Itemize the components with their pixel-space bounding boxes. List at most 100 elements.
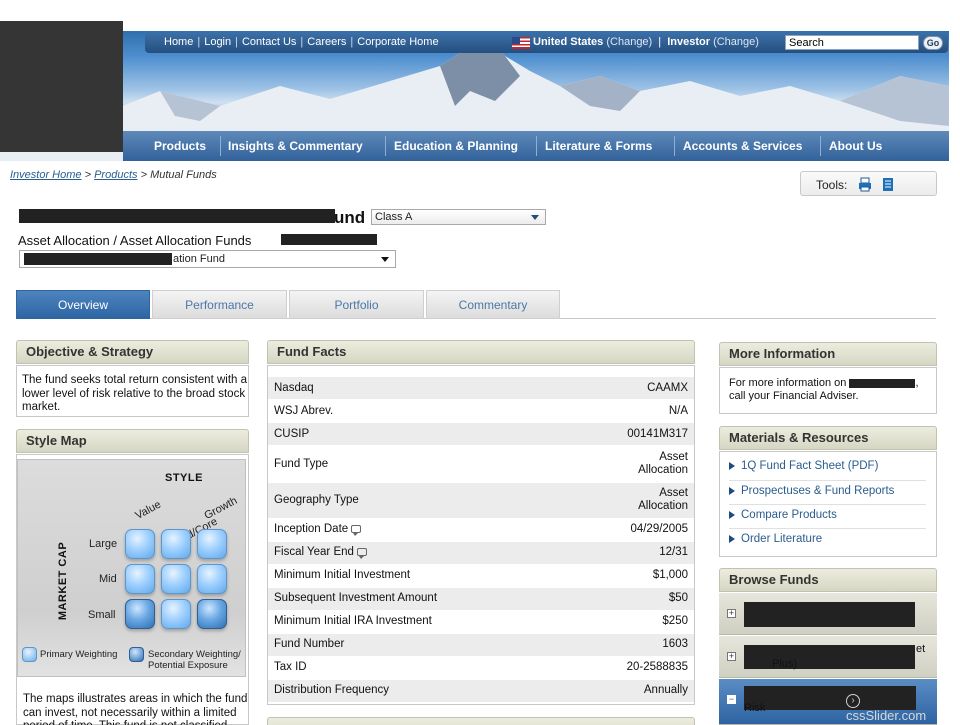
arrow-right-icon — [729, 534, 735, 543]
tab-commentary[interactable]: Commentary — [426, 290, 560, 319]
compare-products-link[interactable]: Compare Products — [729, 509, 837, 521]
corporate-home-link[interactable]: Corporate Home — [357, 36, 438, 48]
cell-small-growth — [197, 599, 227, 629]
document-icon[interactable] — [881, 177, 895, 192]
cell-mid-growth — [197, 564, 227, 594]
more-info-heading: More Information — [719, 342, 937, 366]
redacted-category-tail — [281, 234, 377, 245]
order-literature-link[interactable]: Order Literature — [729, 533, 822, 545]
style-map-heading: Style Map — [16, 429, 249, 453]
tools-box: Tools: — [800, 171, 937, 196]
fact-row: Tax ID 20-2588835 — [274, 661, 688, 673]
fact-row: Fiscal Year End 12/31 — [268, 542, 694, 564]
chevron-right-icon: › — [846, 693, 860, 708]
page: Home | Login | Contact Us | Careers | Corporate … — [0, 0, 960, 725]
login-link[interactable]: Login — [204, 36, 231, 48]
style-axis-label: STYLE — [165, 472, 203, 484]
region-country: United States — [533, 36, 604, 48]
collapse-icon[interactable]: − — [727, 695, 736, 704]
print-icon[interactable] — [858, 177, 872, 192]
fact-row: Minimum Initial IRA Investment $250 — [274, 615, 688, 627]
breadcrumb-current: Mutual Funds — [150, 169, 217, 181]
fund-title: und — [334, 208, 366, 227]
row-label-small: Small — [88, 609, 116, 621]
legend-primary-swatch — [22, 647, 37, 662]
cell-small-value — [125, 599, 155, 629]
fact-row: WSJ Abrev. N/A — [274, 405, 688, 417]
tools-label: Tools: — [816, 178, 848, 192]
home-link[interactable]: Home — [164, 36, 193, 48]
cell-small-blend — [161, 599, 191, 629]
browse-funds-heading: Browse Funds — [719, 568, 937, 592]
change-country-link[interactable]: (Change) — [606, 36, 652, 48]
breadcrumb-investor-home[interactable]: Investor Home — [10, 169, 82, 181]
breadcrumb-products[interactable]: Products — [94, 169, 137, 181]
materials-heading: Materials & Resources — [719, 426, 937, 450]
fact-row: Inception Date 04/29/2005 — [274, 523, 688, 536]
legend-secondary-line1: Secondary Weighting/ — [148, 649, 241, 660]
comment-icon[interactable] — [356, 547, 367, 559]
legend-secondary-line2: Potential Exposure — [148, 660, 228, 671]
legend-primary-label: Primary Weighting — [40, 649, 118, 660]
fund-facts-heading: Fund Facts — [267, 340, 695, 364]
go-button[interactable]: Go — [923, 36, 943, 50]
arrow-right-icon — [729, 510, 735, 519]
change-role-link[interactable]: (Change) — [713, 36, 759, 48]
fact-row: CUSIP 00141M317 — [268, 423, 694, 445]
nav-products[interactable]: Products — [154, 139, 206, 153]
nav-about-us[interactable]: About Us — [829, 139, 882, 153]
fact-row: Subsequent Investment Amount $50 — [268, 588, 694, 610]
cell-mid-value — [125, 564, 155, 594]
redacted-fund-name — [19, 209, 335, 223]
expand-icon[interactable]: + — [727, 609, 736, 618]
more-info-text: For more information on , call your Fina… — [729, 377, 919, 402]
cell-large-blend — [161, 529, 191, 559]
chevron-down-icon — [531, 215, 539, 220]
objective-text: The fund seeks total return consistent w… — [22, 374, 248, 413]
nav-insights-commentary[interactable]: Insights & Commentary — [228, 139, 363, 153]
tab-portfolio[interactable]: Portfolio — [289, 290, 424, 319]
row-label-mid: Mid — [99, 573, 117, 585]
us-flag-icon — [512, 37, 530, 49]
browse-fund-row[interactable]: + et Plus) — [719, 636, 937, 678]
breadcrumb: Investor Home > Products > Mutual Funds — [10, 169, 217, 181]
comment-icon[interactable] — [351, 524, 362, 536]
share-class-select[interactable]: Class A — [371, 209, 546, 225]
fact-sheet-link[interactable]: 1Q Fund Fact Sheet (PDF) — [729, 460, 878, 472]
region-role: Investor — [667, 36, 710, 48]
careers-link[interactable]: Careers — [307, 36, 346, 48]
fact-row: Nasdaq CAAMX — [268, 377, 694, 399]
expand-icon[interactable]: + — [727, 652, 736, 661]
legend-secondary-swatch — [129, 647, 144, 662]
fund-select[interactable]: ation Fund — [19, 250, 396, 268]
logo-redacted — [0, 21, 123, 152]
redacted-fund-row — [744, 602, 915, 627]
nav-accounts-services[interactable]: Accounts & Services — [683, 139, 802, 153]
fact-row: Distribution Frequency Annually — [268, 680, 694, 702]
objective-heading: Objective & Strategy — [16, 340, 249, 364]
next-panel-heading — [267, 717, 695, 725]
redacted-fund-family — [849, 378, 916, 388]
row-label-large: Large — [89, 538, 118, 550]
arrow-right-icon — [729, 461, 735, 470]
redacted-fund-option — [24, 253, 172, 265]
nav-education-planning[interactable]: Education & Planning — [394, 139, 518, 153]
fund-category: Asset Allocation / Asset Allocation Fund… — [18, 233, 252, 248]
redacted-fund-row — [744, 645, 915, 669]
browse-fund-row[interactable]: + — [719, 593, 937, 635]
cell-mid-blend — [161, 564, 191, 594]
prospectuses-link[interactable]: Prospectuses & Fund Reports — [729, 485, 894, 497]
tab-performance[interactable]: Performance — [152, 290, 287, 319]
region-selector: United States (Change) | Investor (Chang… — [533, 36, 759, 48]
fact-row: Fund Number 1603 — [268, 634, 694, 656]
search-input[interactable] — [785, 35, 919, 50]
fact-row: Fund Type Asset Allocation — [274, 451, 688, 476]
contact-us-link[interactable]: Contact Us — [242, 36, 296, 48]
fact-row: Minimum Initial Investment $1,000 — [274, 569, 688, 581]
tab-overview[interactable]: Overview — [16, 290, 150, 319]
cell-large-growth — [197, 529, 227, 559]
arrow-right-icon — [729, 486, 735, 495]
chevron-down-icon — [381, 257, 389, 262]
style-map-note: The maps illustrates areas in which the … — [23, 693, 248, 725]
nav-literature-forms[interactable]: Literature & Forms — [545, 139, 652, 153]
